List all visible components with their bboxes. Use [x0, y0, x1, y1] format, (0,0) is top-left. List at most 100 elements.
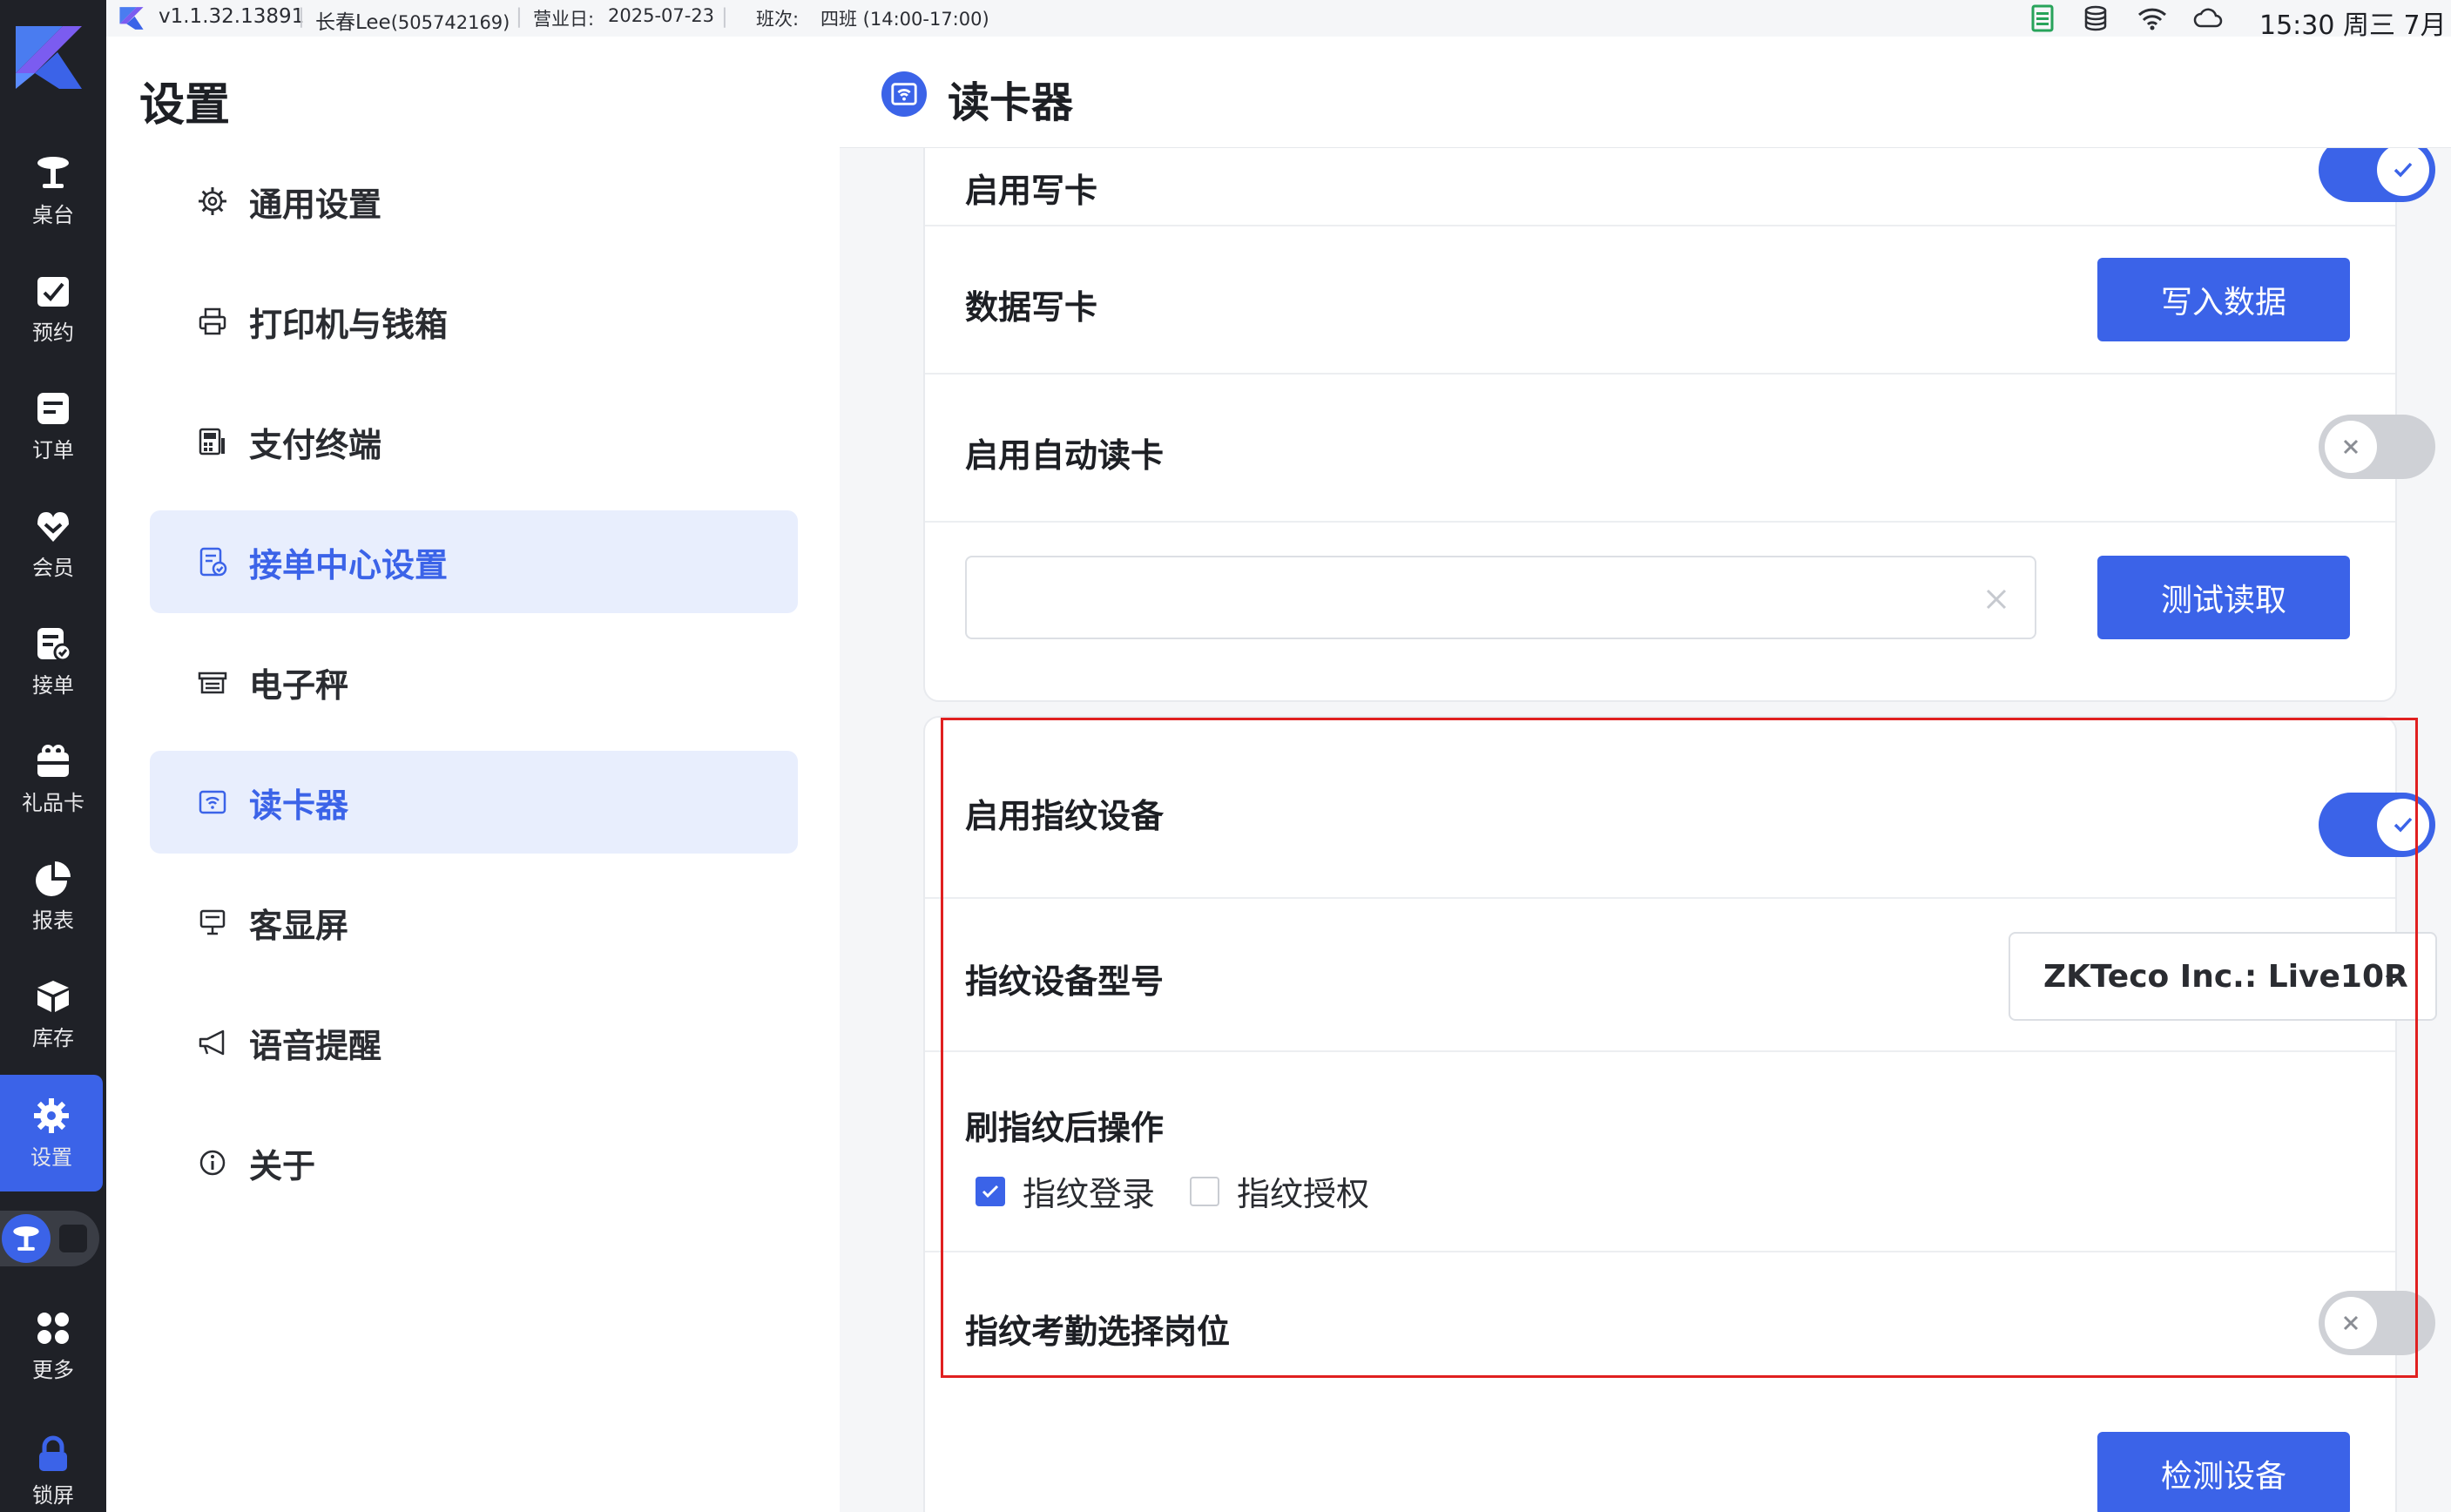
- enable-fingerprint-toggle[interactable]: [2319, 793, 2435, 857]
- nav-label: 礼品卡: [22, 790, 84, 815]
- nav-item-orders[interactable]: 订单: [0, 368, 106, 484]
- wifi-icon: [2137, 8, 2167, 30]
- settings-icon: [34, 1097, 69, 1133]
- business-day-label: 营业日:: [533, 9, 595, 30]
- menu-item-printer[interactable]: 打印机与钱箱: [150, 270, 798, 373]
- database-icon: [2084, 5, 2107, 31]
- menu-item-label: 通用设置: [249, 185, 382, 224]
- menu-item-label: 客显屏: [249, 906, 349, 945]
- setting-label: 启用自动读卡: [965, 436, 1165, 475]
- attendance-toggle[interactable]: [2319, 1291, 2435, 1355]
- table-icon: [37, 156, 69, 188]
- inventory-icon: [37, 980, 69, 1012]
- menu-item-card-reader[interactable]: 读卡器: [150, 751, 798, 854]
- setting-row-test-read: 测试读取: [925, 523, 2395, 700]
- check-icon: [982, 1185, 999, 1198]
- member-icon: [37, 511, 69, 542]
- write-data-button[interactable]: 写入数据: [2097, 258, 2350, 341]
- nav-label: 接单: [32, 672, 74, 698]
- nav-item-members[interactable]: 会员: [0, 485, 106, 602]
- user-name-text: 长春Lee: [315, 11, 391, 34]
- nav-item-accept-orders[interactable]: 接单: [0, 603, 106, 719]
- menu-item-label: 语音提醒: [249, 1026, 382, 1065]
- menu-item-scale[interactable]: 电子秤: [150, 631, 798, 733]
- menu-item-customer-display[interactable]: 客显屏: [150, 871, 798, 974]
- card-reader-icon: [881, 71, 927, 117]
- test-read-button[interactable]: 测试读取: [2097, 556, 2350, 639]
- nav-label: 报表: [32, 908, 74, 933]
- nav-item-reports[interactable]: 报表: [0, 838, 106, 955]
- toggle-knob: [2325, 1297, 2377, 1349]
- nav-item-more[interactable]: 更多: [0, 1287, 106, 1404]
- select-value: ZKTeco Inc.: Live10R: [2043, 958, 2408, 995]
- business-day: 2025-07-23: [608, 5, 715, 26]
- mode-switch-knob: [2, 1214, 51, 1263]
- app-logo-icon: [119, 7, 144, 30]
- card-read-input[interactable]: [965, 556, 2036, 639]
- auto-read-toggle[interactable]: [2319, 415, 2435, 479]
- toggle-knob: [2377, 144, 2429, 196]
- menu-item-label: 读卡器: [249, 786, 349, 825]
- toggle-knob: [2325, 421, 2377, 473]
- accept-order-icon: [37, 627, 72, 661]
- nav-label: 更多: [32, 1357, 74, 1382]
- separator: |: [516, 5, 523, 28]
- menu-item-label: 接单中心设置: [249, 545, 449, 584]
- setting-label: 数据写卡: [965, 288, 1098, 327]
- report-icon: [36, 861, 71, 896]
- lock-icon: [39, 1435, 67, 1471]
- page-title: 设置: [139, 79, 231, 132]
- menu-item-label: 电子秤: [249, 665, 349, 705]
- checkbox-label: 指纹授权: [1237, 1175, 1370, 1213]
- check-icon: [2394, 162, 2413, 178]
- left-nav: 桌台 预约 订单 会员 接单 礼品卡 报表 库存 设置 更多 锁屏: [0, 0, 106, 1512]
- menu-item-about[interactable]: 关于: [150, 1111, 798, 1214]
- fingerprint-settings-card: 启用指纹设备 指纹设备型号 ZKTeco Inc.: Live10R 刷指纹后操…: [923, 716, 2437, 1512]
- setting-row-fingerprint-model: 指纹设备型号 ZKTeco Inc.: Live10R: [925, 899, 2437, 1052]
- setting-label: 指纹设备型号: [965, 962, 1165, 1001]
- nav-item-settings[interactable]: 设置: [0, 1075, 103, 1191]
- setting-label: 启用指纹设备: [965, 797, 1165, 835]
- nav-item-reservation[interactable]: 预约: [0, 250, 106, 367]
- status-bar: v1.1.32.13891 | 长春Lee(505742169) | 营业日: …: [106, 0, 2451, 41]
- settings-menu: 设置 通用设置 打印机与钱箱 支付终端 接单中心设置 电子秤 读卡器 客显屏 语…: [106, 37, 840, 1512]
- order-icon: [37, 392, 69, 424]
- menu-item-label: 支付终端: [249, 425, 382, 464]
- menu-item-voice-reminder[interactable]: 语音提醒: [150, 991, 798, 1094]
- customer-display-icon: [199, 909, 226, 935]
- nav-label: 预约: [32, 320, 74, 345]
- nav-label: 设置: [30, 1144, 72, 1170]
- menu-item-general[interactable]: 通用设置: [150, 150, 798, 253]
- nav-label: 库存: [32, 1025, 74, 1050]
- mode-switch[interactable]: [0, 1211, 99, 1266]
- toggle-knob: [2377, 799, 2429, 851]
- fingerprint-model-select[interactable]: ZKTeco Inc.: Live10R: [2009, 932, 2437, 1021]
- close-icon: [2343, 1315, 2359, 1331]
- fingerprint-login-checkbox[interactable]: 指纹登录: [976, 1167, 1155, 1215]
- clear-input-icon[interactable]: [1979, 582, 2014, 617]
- card-reader-icon: [199, 790, 226, 814]
- nav-item-inventory[interactable]: 库存: [0, 955, 106, 1072]
- detect-device-button[interactable]: 检测设备: [2097, 1432, 2350, 1512]
- content-title: 读卡器: [948, 78, 1074, 127]
- check-icon: [2394, 817, 2413, 833]
- menu-item-payment-terminal[interactable]: 支付终端: [150, 390, 798, 493]
- setting-row-enable-fingerprint: 启用指纹设备: [925, 718, 2435, 899]
- setting-label: 启用写卡: [965, 172, 1098, 210]
- nav-item-lock[interactable]: 锁屏: [0, 1413, 106, 1512]
- checkbox-checked: [976, 1176, 1005, 1206]
- nav-label: 会员: [32, 555, 74, 580]
- fingerprint-auth-checkbox[interactable]: 指纹授权: [1190, 1167, 1369, 1215]
- nav-item-tables[interactable]: 桌台: [0, 132, 106, 249]
- separator: |: [298, 5, 305, 28]
- cloud-icon: [2193, 8, 2223, 28]
- more-icon: [37, 1312, 69, 1344]
- nav-item-gift-card[interactable]: 礼品卡: [0, 720, 106, 837]
- app-logo-icon: [16, 26, 82, 89]
- nav-label: 订单: [32, 437, 74, 462]
- nav-label: 桌台: [32, 202, 74, 227]
- menu-item-order-center[interactable]: 接单中心设置: [150, 510, 798, 613]
- spreadsheet-icon: [2031, 4, 2054, 32]
- close-icon: [2343, 439, 2359, 455]
- separator: |: [721, 5, 728, 28]
